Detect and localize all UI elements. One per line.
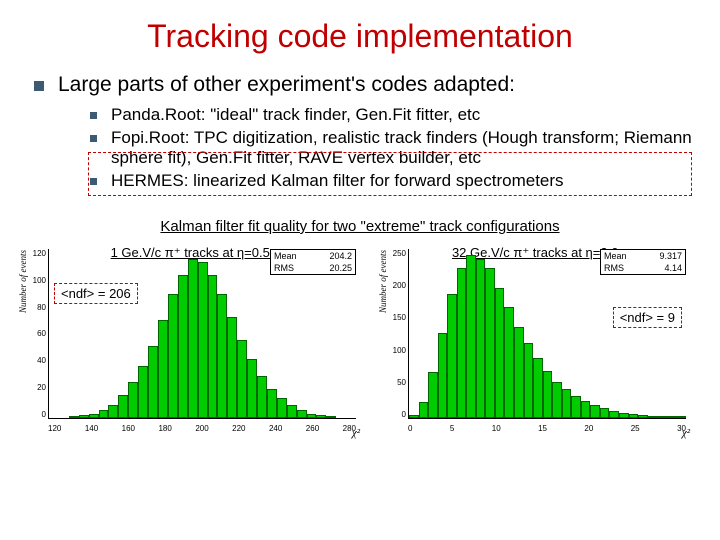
chart-left: Number of events 020406080100120 Mean204… — [22, 243, 362, 443]
bar — [629, 414, 639, 418]
bar — [600, 408, 610, 418]
bar — [148, 346, 158, 418]
chart-section-title: Kalman filter fit quality for two "extre… — [0, 218, 720, 235]
stats-box: Mean 9.317 RMS 4.14 — [600, 249, 686, 275]
bullet-icon — [90, 112, 97, 119]
bar — [648, 416, 658, 418]
bar — [108, 405, 118, 418]
x-axis-label: χ² — [352, 427, 360, 439]
bar — [619, 413, 629, 418]
bar — [198, 262, 208, 418]
bar — [217, 294, 227, 417]
bar — [504, 307, 514, 418]
x-axis-label: χ² — [682, 427, 690, 439]
bullet-icon — [90, 135, 97, 142]
bar — [158, 320, 168, 418]
bar — [409, 415, 419, 418]
bar — [676, 416, 686, 418]
sub-bullet-text: Panda.Root: "ideal" track finder, Gen.Fi… — [111, 105, 480, 126]
bar — [667, 416, 677, 418]
stat-value: 4.14 — [664, 263, 682, 273]
chart-right: Number of events 050100150200250 Mean9.3… — [382, 243, 692, 443]
bar — [277, 398, 287, 418]
bar — [128, 382, 138, 418]
bar — [447, 294, 457, 417]
bar — [247, 359, 257, 417]
ndf-annotation: <ndf> = 206 — [54, 283, 138, 304]
bar — [257, 376, 267, 418]
bar — [571, 396, 581, 418]
bar — [287, 405, 297, 418]
y-axis-label: Number of events — [378, 250, 388, 313]
bar — [476, 259, 486, 418]
sub-bullet: Panda.Root: "ideal" track finder, Gen.Fi… — [90, 105, 720, 126]
stat-value: 9.317 — [659, 251, 682, 261]
bar — [227, 317, 237, 418]
main-bullet-text: Large parts of other experiment's codes … — [58, 73, 515, 97]
plot-area: Mean 9.317 RMS 4.14 — [408, 249, 686, 419]
sub-bullet-text: Fopi.Root: TPC digitization, realistic t… — [111, 128, 720, 169]
bar — [590, 405, 600, 418]
bar — [552, 382, 562, 418]
plot-area: Mean 204.2 RMS 20.25 — [48, 249, 356, 419]
y-axis-label: Number of events — [18, 250, 28, 313]
bar — [168, 294, 178, 417]
bar — [99, 410, 109, 418]
stats-box: Mean 204.2 RMS 20.25 — [270, 249, 356, 275]
bar — [438, 333, 448, 418]
bar — [297, 410, 307, 418]
bullet-icon — [34, 81, 44, 91]
bar — [514, 327, 524, 418]
bar — [307, 414, 317, 418]
y-ticks: 050100150200250 — [390, 249, 406, 419]
bar — [428, 372, 438, 418]
main-bullet: Large parts of other experiment's codes … — [0, 65, 720, 103]
stat-value: 20.25 — [329, 263, 352, 273]
bar — [208, 275, 218, 418]
bar — [657, 416, 667, 418]
bar — [485, 268, 495, 418]
bar — [524, 343, 534, 418]
sub-bullet: HERMES: linearized Kalman filter for for… — [90, 171, 720, 192]
bar — [457, 268, 467, 418]
bar — [609, 411, 619, 418]
bar — [79, 415, 89, 418]
bar — [562, 389, 572, 418]
bar — [118, 395, 128, 418]
y-ticks: 020406080100120 — [30, 249, 46, 419]
x-ticks: 120140160180200220240260280 — [48, 424, 356, 433]
bar — [188, 259, 198, 418]
slide-title: Tracking code implementation — [0, 0, 720, 65]
bar — [419, 402, 429, 418]
x-ticks: 051015202530 — [408, 424, 686, 433]
bar — [316, 415, 326, 418]
sub-bullet: Fopi.Root: TPC digitization, realistic t… — [90, 128, 720, 169]
bar — [326, 416, 336, 418]
bar — [138, 366, 148, 418]
bar — [543, 371, 553, 418]
bar — [533, 358, 543, 418]
bar — [89, 414, 99, 418]
stat-label: Mean — [274, 251, 297, 261]
bar — [178, 275, 188, 418]
bar — [267, 389, 277, 418]
sub-bullet-text: HERMES: linearized Kalman filter for for… — [111, 171, 564, 192]
sub-bullet-list: Panda.Root: "ideal" track finder, Gen.Fi… — [0, 103, 720, 198]
stat-value: 204.2 — [329, 251, 352, 261]
bullet-icon — [90, 178, 97, 185]
bar — [69, 416, 79, 418]
bar — [581, 401, 591, 418]
bar — [638, 415, 648, 418]
bar — [495, 288, 505, 418]
ndf-annotation: <ndf> = 9 — [613, 307, 682, 328]
stat-label: RMS — [274, 263, 294, 273]
stat-label: RMS — [604, 263, 624, 273]
bar — [466, 255, 476, 418]
bar — [237, 340, 247, 418]
charts-row: Number of events 020406080100120 Mean 204… — [0, 243, 720, 443]
stat-label: Mean — [604, 251, 627, 261]
